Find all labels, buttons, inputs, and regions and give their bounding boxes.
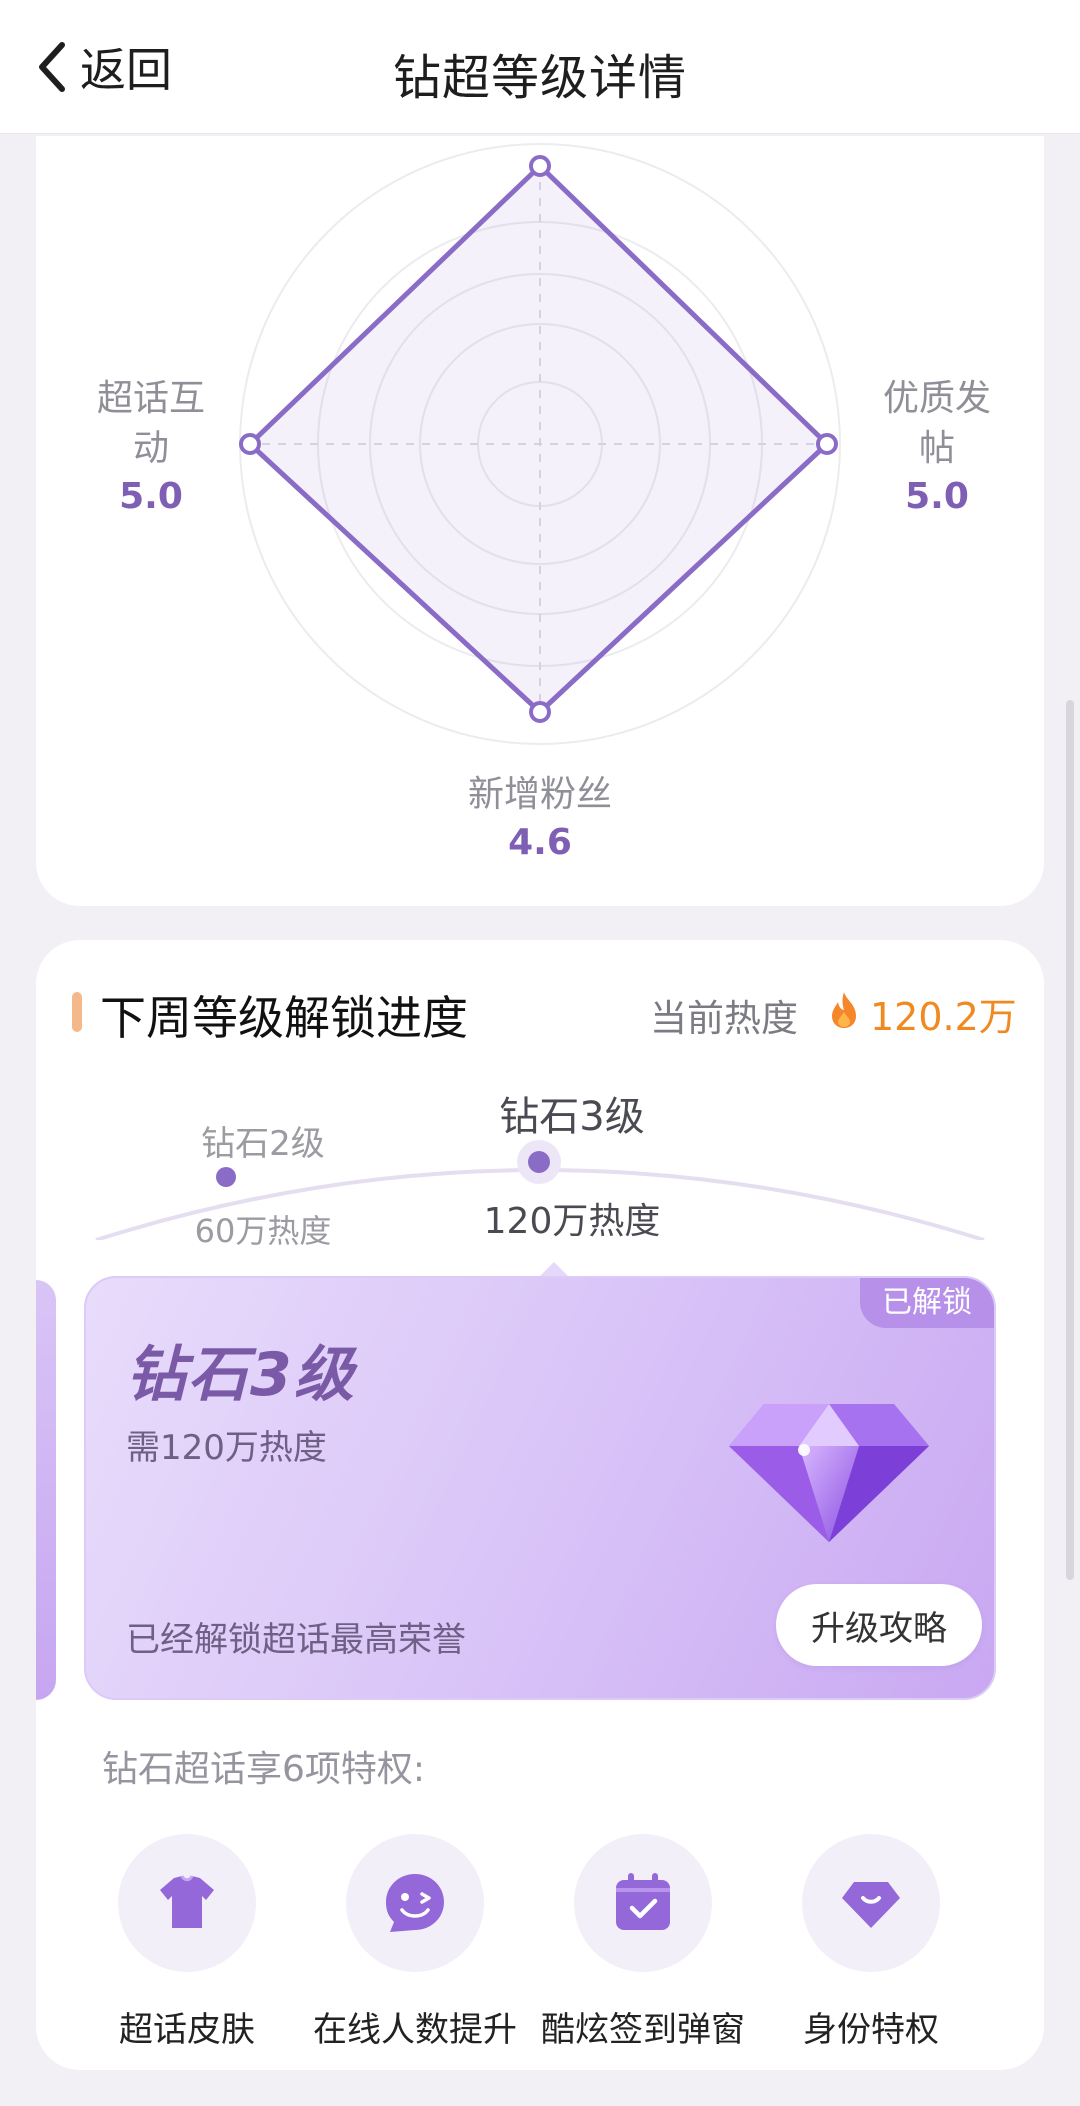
privilege-item-identity[interactable]: 身份特权 bbox=[756, 1834, 986, 2051]
unlocked-badge: 已解锁 bbox=[860, 1278, 994, 1328]
level-detail-card[interactable]: 已解锁 钻石3级 需120万热度 已经解锁超话最高荣誉 升级攻略 bbox=[84, 1276, 996, 1700]
previous-level-card-peek[interactable] bbox=[36, 1280, 56, 1700]
axis-label-line: 动 bbox=[132, 428, 169, 469]
timeline-level2-heat: 60万热度 bbox=[194, 1212, 332, 1250]
privilege-label: 超话皮肤 bbox=[119, 2010, 255, 2050]
radar-point-bottom bbox=[529, 701, 551, 723]
scrollbar[interactable] bbox=[1066, 700, 1074, 1580]
page-title: 钻超等级详情 bbox=[392, 50, 687, 106]
diamond-gem-icon bbox=[729, 1404, 929, 1542]
timeline-level3-name[interactable]: 钻石3级 bbox=[422, 1084, 722, 1142]
privileges-title: 钻石超话享6项特权: bbox=[102, 1749, 426, 1790]
current-heat-value: 120.2万 bbox=[870, 995, 1017, 1039]
axis-label-quality-post: 优质发 帖 bbox=[862, 374, 1012, 474]
top-navigation-bar: 返回 钻超等级详情 bbox=[0, 0, 1080, 134]
card-description: 已经解锁超话最高荣誉 bbox=[126, 1620, 466, 1660]
privilege-label: 在线人数提升 bbox=[313, 2010, 517, 2050]
card-level-name: 钻石3级 bbox=[126, 1340, 356, 1410]
timeline-node-level2 bbox=[216, 1167, 236, 1187]
privilege-item-skin[interactable]: 超话皮肤 bbox=[72, 1834, 302, 2051]
privilege-icon-circle bbox=[118, 1834, 256, 1972]
privilege-item-online-count[interactable]: 在线人数提升 bbox=[300, 1834, 530, 2051]
axis-label-interaction: 超话互 动 bbox=[76, 374, 226, 474]
privilege-icon-circle bbox=[802, 1834, 940, 1972]
axis-value-interaction: 5.0 bbox=[119, 476, 183, 517]
card-requirement: 需120万热度 bbox=[126, 1428, 327, 1468]
radar-area bbox=[247, 163, 830, 715]
axis-value-quality-post: 5.0 bbox=[905, 476, 969, 517]
radar-point-left bbox=[239, 433, 261, 455]
radar-point-right bbox=[816, 433, 838, 455]
axis-label-line: 优质发 bbox=[882, 378, 991, 419]
diamond-badge-icon bbox=[842, 1882, 900, 1928]
timeline-level2-name[interactable]: 钻石2级 bbox=[148, 1116, 378, 1165]
section-title: 下周等级解锁进度 bbox=[100, 991, 468, 1045]
privilege-label: 身份特权 bbox=[803, 2010, 939, 2050]
privilege-icon-circle bbox=[574, 1834, 712, 1972]
radar-point-top bbox=[529, 155, 551, 177]
section-accent-bar bbox=[72, 992, 82, 1032]
upgrade-guide-button[interactable]: 升级攻略 bbox=[776, 1584, 982, 1666]
timeline-level3-heat: 120万热度 bbox=[483, 1201, 661, 1242]
unlock-progress-card: 下周等级解锁进度 当前热度 120.2万 钻石2级 60万热度 钻石3级 120… bbox=[36, 940, 1044, 2070]
axis-label-line: 超话互 bbox=[96, 378, 205, 419]
tshirt-icon bbox=[160, 1875, 214, 1928]
axis-label-line: 帖 bbox=[918, 428, 955, 469]
timeline-node-level3 bbox=[528, 1151, 550, 1173]
privilege-label: 酷炫签到弹窗 bbox=[541, 2010, 745, 2050]
calendar-check-icon bbox=[616, 1873, 670, 1930]
axis-value-new-fans: 4.6 bbox=[508, 822, 572, 863]
radar-chart-card: 超话互 动 5.0 优质发 帖 5.0 新增粉丝 4.6 bbox=[36, 136, 1044, 906]
privilege-item-checkin-popup[interactable]: 酷炫签到弹窗 bbox=[528, 1834, 758, 2051]
axis-label-new-fans: 新增粉丝 bbox=[467, 774, 612, 815]
smiley-chat-icon bbox=[386, 1874, 444, 1932]
privilege-icon-circle bbox=[346, 1834, 484, 1972]
fire-icon bbox=[832, 992, 856, 1028]
current-heat-label: 当前热度 bbox=[650, 997, 798, 1040]
